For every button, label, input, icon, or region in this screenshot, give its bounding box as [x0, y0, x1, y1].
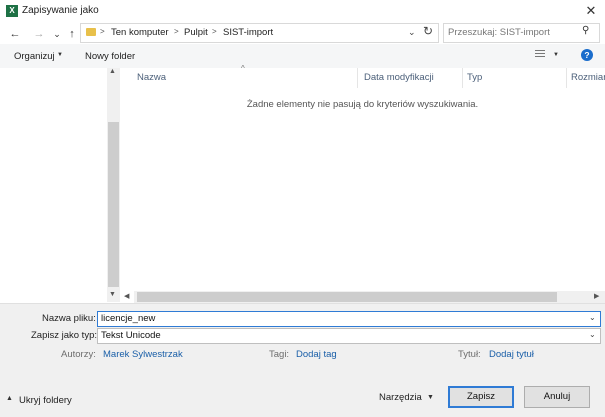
filename-dropdown-icon[interactable]: ⌄	[589, 313, 596, 322]
filetype-select[interactable]	[97, 328, 601, 344]
column-header-name[interactable]: Nazwa	[137, 72, 166, 83]
excel-app-icon: X	[6, 5, 18, 17]
add-tag-link[interactable]: Dodaj tag	[296, 349, 337, 360]
scroll-up-icon[interactable]: ▲	[109, 68, 116, 75]
refresh-icon[interactable]: ↻	[423, 24, 433, 38]
folder-icon	[86, 28, 96, 36]
column-divider[interactable]	[357, 68, 358, 88]
back-arrow-icon[interactable]: ←	[7, 27, 23, 41]
column-header-type[interactable]: Typ	[467, 72, 482, 83]
column-divider[interactable]	[566, 68, 567, 88]
filetype-dropdown-icon[interactable]: ⌄	[589, 330, 596, 339]
navigation-pane[interactable]	[0, 68, 107, 302]
new-folder-button[interactable]: Nowy folder	[85, 51, 135, 62]
filename-label: Nazwa pliku:	[42, 313, 96, 324]
breadcrumb-separator: >	[174, 27, 179, 36]
breadcrumb-desktop[interactable]: Pulpit	[184, 27, 208, 38]
filename-value[interactable]: licencje_new	[101, 313, 155, 324]
save-button[interactable]: Zapisz	[448, 386, 514, 408]
vertical-scrollbar-thumb[interactable]	[108, 122, 119, 287]
scroll-left-icon[interactable]: ◀	[124, 292, 129, 300]
column-header-size[interactable]: Rozmiar	[571, 72, 605, 83]
address-dropdown-icon[interactable]: ⌄	[408, 27, 416, 38]
add-title-link[interactable]: Dodaj tytuł	[489, 349, 534, 360]
search-placeholder: Przeszukaj: SIST-import	[448, 27, 550, 38]
cancel-button[interactable]: Anuluj	[524, 386, 590, 408]
filetype-value[interactable]: Tekst Unicode	[101, 330, 161, 341]
empty-list-message: Żadne elementy nie pasują do kryteriów w…	[246, 99, 479, 110]
window-title: Zapisywanie jako	[22, 5, 99, 16]
authors-value[interactable]: Marek Sylwestrzak	[103, 349, 183, 360]
chevron-down-icon: ▼	[57, 52, 63, 58]
tools-button[interactable]: Narzędzia	[379, 392, 422, 403]
chevron-down-icon[interactable]: ▼	[427, 394, 434, 401]
recent-locations-icon[interactable]: ⌄	[49, 27, 65, 41]
column-divider[interactable]	[462, 68, 463, 88]
chevron-down-icon[interactable]: ▼	[553, 52, 559, 58]
sort-ascending-icon: ^	[241, 64, 245, 73]
filename-field[interactable]	[97, 311, 601, 327]
breadcrumb-separator: >	[212, 27, 217, 36]
help-icon[interactable]: ?	[581, 49, 593, 61]
breadcrumb-separator: >	[100, 27, 105, 36]
hide-folders-button[interactable]: Ukryj foldery	[19, 395, 72, 406]
horizontal-scrollbar-thumb[interactable]	[137, 292, 557, 302]
scroll-down-icon[interactable]: ▼	[109, 291, 116, 298]
authors-label: Autorzy:	[61, 349, 96, 360]
search-icon[interactable]: ⚲	[582, 25, 589, 36]
view-options-icon[interactable]	[535, 50, 545, 59]
close-icon[interactable]: ✕	[582, 2, 600, 20]
forward-arrow-icon[interactable]: →	[31, 27, 47, 41]
breadcrumb-sist-import[interactable]: SIST-import	[223, 27, 273, 38]
column-header-date-modified[interactable]: Data modyfikacji	[364, 72, 434, 83]
scroll-right-icon[interactable]: ▶	[594, 292, 599, 300]
filetype-label: Zapisz jako typ:	[31, 330, 97, 341]
tags-label: Tagi:	[269, 349, 290, 360]
up-arrow-icon[interactable]: ↑	[64, 27, 80, 41]
chevron-up-icon[interactable]: ▲	[6, 395, 13, 402]
title-label: Tytuł:	[458, 349, 481, 360]
breadcrumb-this-pc[interactable]: Ten komputer	[111, 27, 169, 38]
organize-button[interactable]: Organizuj	[14, 51, 55, 62]
